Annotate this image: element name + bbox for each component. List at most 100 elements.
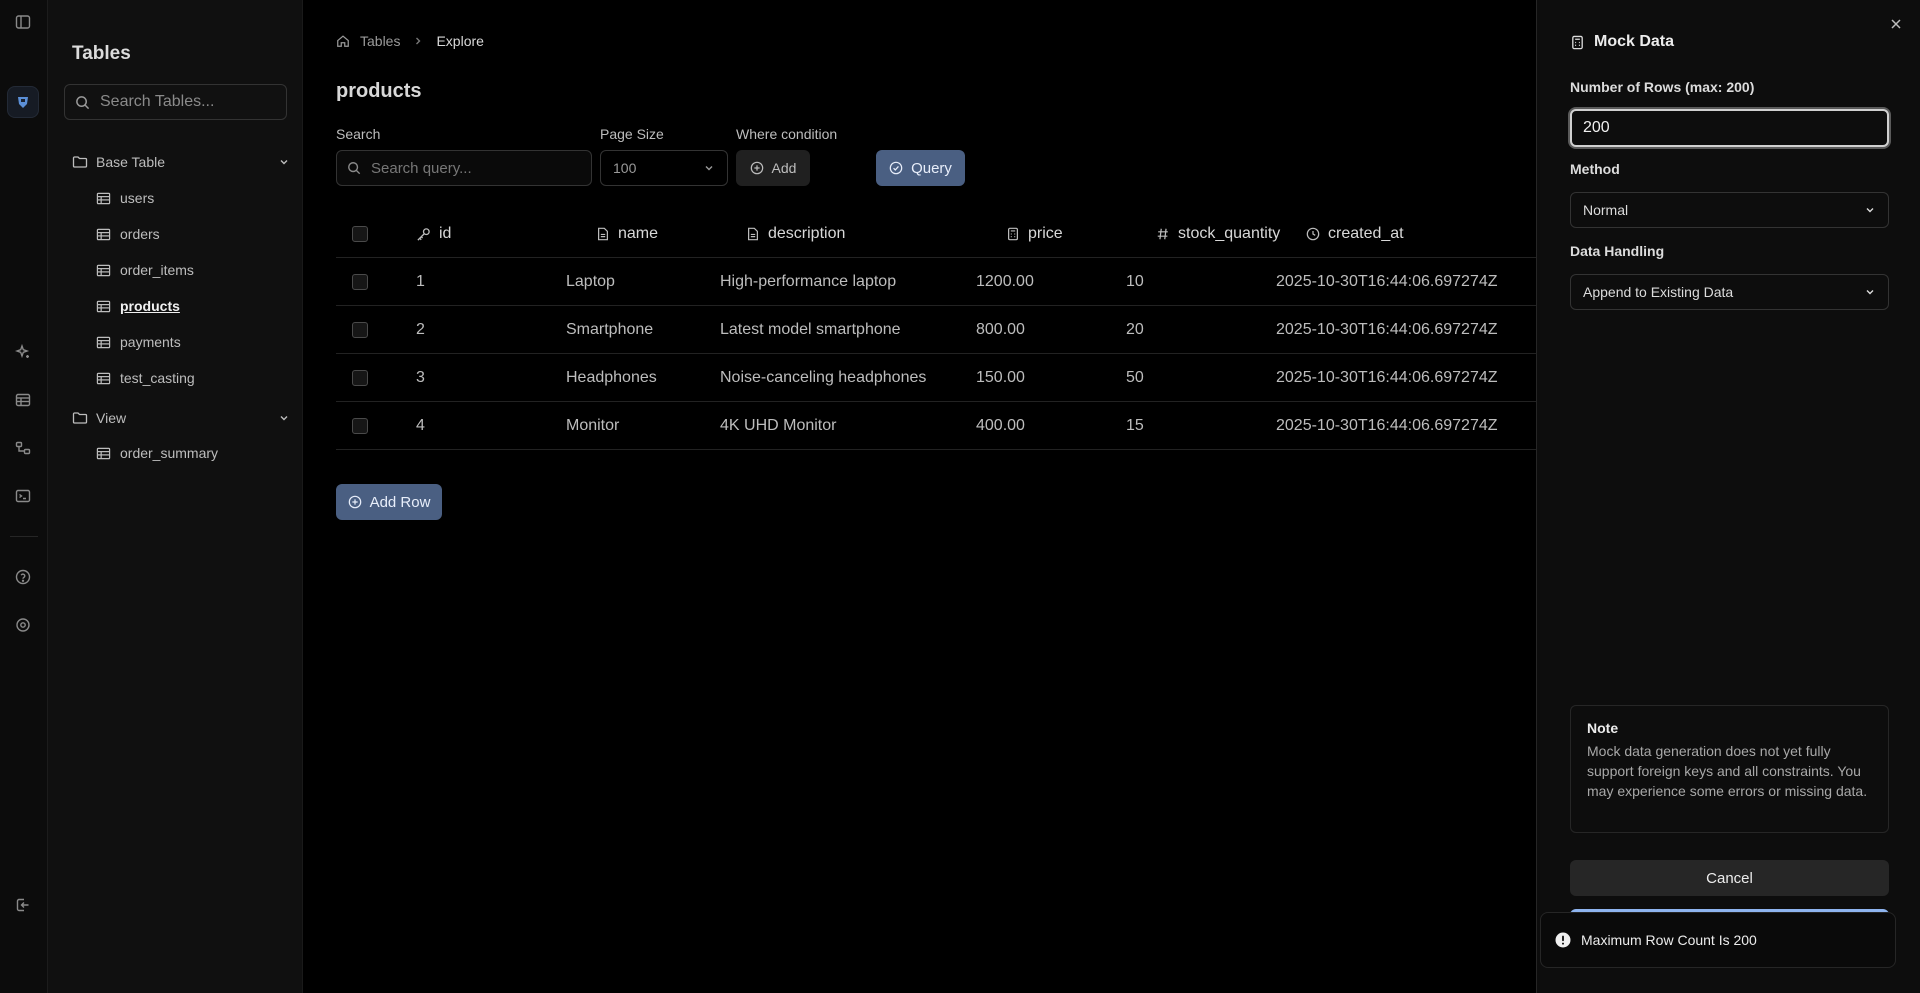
cell-description[interactable]: 4K UHD Monitor (720, 402, 836, 450)
main-content: Tables Explore products Search Page Size… (304, 0, 1536, 993)
row-checkbox[interactable] (352, 370, 368, 386)
sidebar-item-payments[interactable]: payments (96, 330, 181, 354)
settings-icon[interactable] (12, 614, 34, 636)
sidebar-item-label: products (120, 298, 180, 314)
handling-select[interactable]: Append to Existing Data (1570, 274, 1889, 310)
page-size-value: 100 (613, 160, 637, 176)
cell-description[interactable]: Latest model smartphone (720, 306, 901, 354)
row-checkbox[interactable] (352, 274, 368, 290)
search-label: Search (336, 126, 381, 142)
column-label: stock_quantity (1178, 225, 1281, 242)
cell-stock-quantity[interactable]: 50 (1126, 354, 1144, 402)
query-search[interactable] (336, 150, 592, 186)
cell-name[interactable]: Smartphone (566, 306, 653, 354)
method-select[interactable]: Normal (1570, 192, 1889, 228)
sidebar-title: Tables (72, 43, 131, 64)
add-row-button[interactable]: Add Row (336, 484, 442, 520)
table-row[interactable]: 4 Monitor 4K UHD Monitor 400.00 15 2025-… (336, 402, 1536, 450)
table-row[interactable]: 2 Smartphone Latest model smartphone 800… (336, 306, 1536, 354)
group-view[interactable]: View (72, 406, 290, 430)
home-icon[interactable] (336, 34, 350, 48)
cell-name[interactable]: Headphones (566, 354, 657, 402)
table-icon (96, 227, 111, 242)
sidebar-item-test-casting[interactable]: test_casting (96, 366, 195, 390)
handling-label: Data Handling (1570, 243, 1665, 259)
query-search-input[interactable] (371, 159, 571, 177)
column-header-stock-quantity[interactable]: stock_quantity (1156, 210, 1280, 258)
cell-price[interactable]: 150.00 (976, 354, 1025, 402)
plus-circle-icon (750, 161, 764, 175)
table-row[interactable]: 3 Headphones Noise-canceling headphones … (336, 354, 1536, 402)
cell-name[interactable]: Laptop (566, 258, 615, 306)
breadcrumb: Tables Explore (336, 33, 484, 49)
sidebar-item-label: test_casting (120, 370, 195, 386)
cell-created-at[interactable]: 2025-10-30T16:44:06.697274Z (1276, 258, 1498, 306)
group-base-table[interactable]: Base Table (72, 150, 290, 174)
rows-label: Number of Rows (max: 200) (1570, 79, 1755, 95)
sidebar-item-order-items[interactable]: order_items (96, 258, 194, 282)
table-search-input[interactable] (100, 93, 280, 111)
column-header-name[interactable]: name (596, 210, 658, 258)
logout-icon[interactable] (12, 894, 34, 916)
row-checkbox[interactable] (352, 322, 368, 338)
add-where-button[interactable]: Add (736, 150, 810, 186)
table-header-row: id name description price stock_quantity… (336, 210, 1536, 258)
app-logo[interactable] (7, 86, 39, 118)
cell-created-at[interactable]: 2025-10-30T16:44:06.697274Z (1276, 306, 1498, 354)
breadcrumb-root[interactable]: Tables (360, 33, 400, 49)
sidebar-item-order-summary[interactable]: order_summary (96, 441, 218, 465)
cell-description[interactable]: Noise-canceling headphones (720, 354, 926, 402)
table-icon[interactable] (12, 389, 34, 411)
rows-input[interactable] (1583, 119, 1863, 137)
table-search[interactable] (64, 84, 287, 120)
check-circle-icon (889, 161, 903, 175)
select-all-checkbox[interactable] (352, 226, 368, 242)
cell-id[interactable]: 1 (416, 258, 425, 306)
method-value: Normal (1583, 202, 1629, 218)
sidebar-item-orders[interactable]: orders (96, 222, 160, 246)
schema-icon[interactable] (12, 437, 34, 459)
cell-price[interactable]: 800.00 (976, 306, 1025, 354)
cell-created-at[interactable]: 2025-10-30T16:44:06.697274Z (1276, 354, 1498, 402)
cell-created-at[interactable]: 2025-10-30T16:44:06.697274Z (1276, 402, 1498, 450)
cell-price[interactable]: 400.00 (976, 402, 1025, 450)
column-label: created_at (1328, 225, 1404, 242)
cell-name[interactable]: Monitor (566, 402, 619, 450)
column-header-price[interactable]: price (1006, 210, 1063, 258)
row-checkbox[interactable] (352, 418, 368, 434)
close-icon[interactable] (1886, 14, 1906, 34)
cell-id[interactable]: 3 (416, 354, 425, 402)
query-button[interactable]: Query (876, 150, 965, 186)
cell-stock-quantity[interactable]: 10 (1126, 258, 1144, 306)
sidebar-item-products[interactable]: products (96, 294, 180, 318)
column-header-id[interactable]: id (416, 210, 451, 258)
column-label: price (1028, 225, 1063, 242)
chevron-down-icon (278, 412, 290, 424)
rows-field[interactable] (1570, 109, 1889, 147)
sparkles-icon[interactable] (12, 341, 34, 363)
sidebar-item-users[interactable]: users (96, 186, 154, 210)
folder-icon (72, 154, 88, 170)
cell-id[interactable]: 2 (416, 306, 425, 354)
page-size-select[interactable]: 100 (600, 150, 728, 186)
cell-price[interactable]: 1200.00 (976, 258, 1034, 306)
icon-rail (0, 0, 48, 993)
file-text-icon (746, 227, 760, 241)
tables-sidebar: Tables Base Table users orders order_ite… (48, 0, 303, 993)
table-row[interactable]: 1 Laptop High-performance laptop 1200.00… (336, 258, 1536, 306)
cell-description[interactable]: High-performance laptop (720, 258, 896, 306)
column-header-description[interactable]: description (746, 210, 845, 258)
chevron-down-icon (1864, 286, 1876, 298)
sidebar-toggle-icon[interactable] (12, 11, 34, 33)
cell-stock-quantity[interactable]: 15 (1126, 402, 1144, 450)
search-icon (347, 161, 361, 175)
terminal-icon[interactable] (12, 485, 34, 507)
cancel-button[interactable]: Cancel (1570, 860, 1889, 896)
column-label: description (768, 225, 846, 242)
cell-id[interactable]: 4 (416, 402, 425, 450)
cell-stock-quantity[interactable]: 20 (1126, 306, 1144, 354)
column-header-created-at[interactable]: created_at (1306, 210, 1404, 258)
help-icon[interactable] (12, 566, 34, 588)
folder-icon (72, 410, 88, 426)
group-label: Base Table (96, 154, 166, 170)
